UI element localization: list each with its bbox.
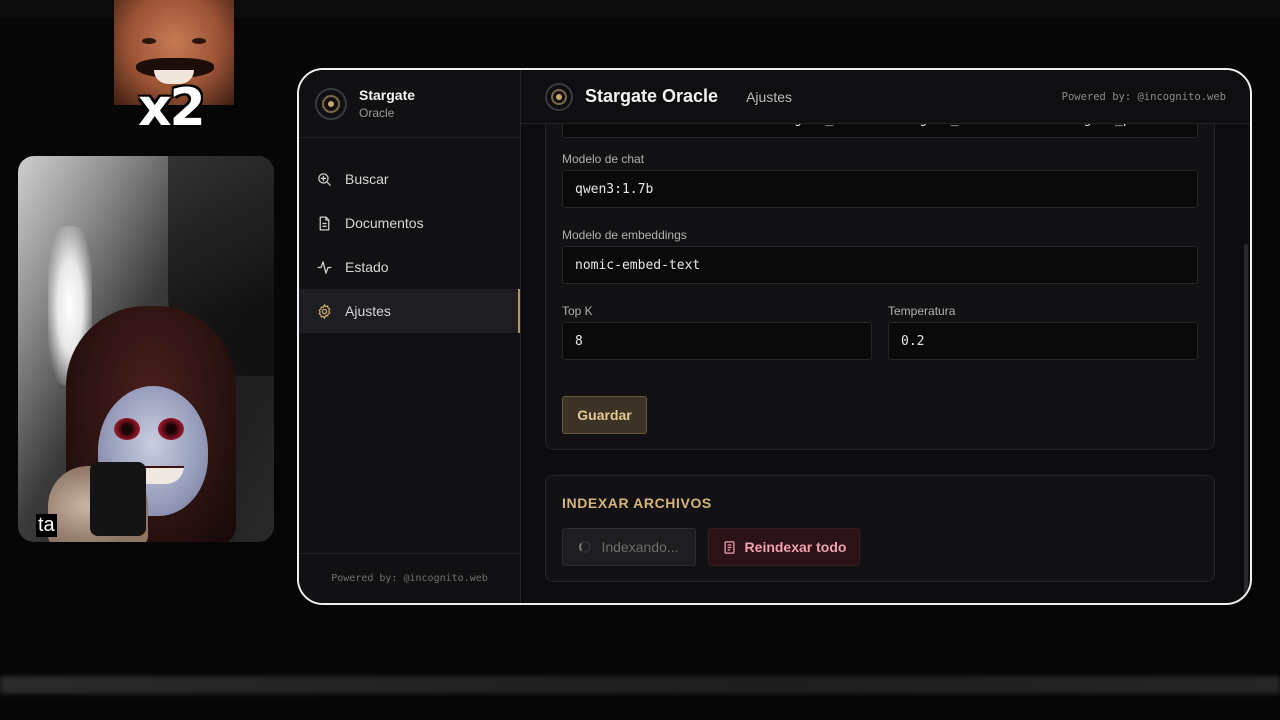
temperature-label: Temperatura xyxy=(888,304,956,318)
indexing-button[interactable]: Indexando... xyxy=(562,528,696,566)
chat-model-label: Modelo de chat xyxy=(562,152,645,166)
spinner-icon xyxy=(579,541,592,553)
meme-multiplier-text: x2 xyxy=(138,78,206,138)
scrollbar-thumb[interactable] xyxy=(1244,244,1248,603)
sidebar: Stargate Oracle Buscar Documentos Estado… xyxy=(299,70,521,603)
webcam-caption: ta xyxy=(36,514,57,537)
sidebar-item-buscar[interactable]: Buscar xyxy=(299,157,520,201)
topk-field[interactable]: 8 xyxy=(562,322,872,360)
activity-icon xyxy=(315,258,333,276)
webcam-phone xyxy=(90,462,146,536)
sidebar-footer: Powered by: @incognito.web xyxy=(299,553,520,603)
app-title: Stargate Oracle xyxy=(585,86,719,106)
indexing-label: Indexando... xyxy=(601,539,679,555)
brand-header: Stargate Oracle xyxy=(299,70,520,138)
sidebar-item-label: Buscar xyxy=(345,171,389,187)
main-panel: Stargate Oracle Ajustes Powered by: @inc… xyxy=(521,70,1250,603)
index-files-heading: INDEXAR ARCHIVOS xyxy=(562,495,712,511)
gear-icon xyxy=(315,302,333,320)
topbar: Stargate Oracle Ajustes Powered by: @inc… xyxy=(521,70,1250,124)
sidebar-item-estado[interactable]: Estado xyxy=(299,245,520,289)
app-window: Stargate Oracle Buscar Documentos Estado… xyxy=(297,68,1252,605)
background-taskbar xyxy=(0,676,1280,694)
brand-title: Stargate xyxy=(359,87,416,103)
search-plus-icon xyxy=(315,170,333,188)
powered-by-text: Powered by: @incognito.web xyxy=(1061,90,1226,103)
current-section: Ajustes xyxy=(746,88,792,105)
sidebar-item-label: Ajustes xyxy=(345,303,391,319)
stargate-logo-icon xyxy=(315,87,347,120)
chat-model-field[interactable]: qwen3:1.7b xyxy=(562,170,1198,208)
sidebar-item-label: Estado xyxy=(345,259,389,275)
sidebar-item-label: Documentos xyxy=(345,215,424,231)
webcam-eye xyxy=(158,418,184,440)
reindex-all-button[interactable]: Reindexar todo xyxy=(708,528,860,566)
reindex-all-label: Reindexar todo xyxy=(744,539,847,555)
list-document-icon xyxy=(724,540,735,554)
sidebar-nav: Buscar Documentos Estado Ajustes xyxy=(299,138,520,333)
save-button[interactable]: Guardar xyxy=(562,396,647,434)
brand-subtitle: Oracle xyxy=(359,106,395,120)
topk-label: Top K xyxy=(562,304,593,318)
docs-path-field[interactable]: C:\Users\USER\Documents\Stargate_Oracle\… xyxy=(562,124,1198,138)
embed-model-field[interactable]: nomic-embed-text xyxy=(562,246,1198,284)
meme-eye xyxy=(192,38,206,44)
embed-model-label: Modelo de embeddings xyxy=(562,228,687,242)
sidebar-item-documentos[interactable]: Documentos xyxy=(299,201,520,245)
webcam-feed: ta xyxy=(18,156,274,542)
temperature-field[interactable]: 0.2 xyxy=(888,322,1198,360)
settings-content[interactable]: C:\Users\USER\Documents\Stargate_Oracle\… xyxy=(521,124,1250,603)
index-files-card: INDEXAR ARCHIVOS Indexando... Reindexar … xyxy=(545,475,1215,582)
document-icon xyxy=(315,214,333,232)
meme-eye xyxy=(142,38,156,44)
webcam-eye xyxy=(114,418,140,440)
stargate-logo-icon xyxy=(545,82,573,111)
sidebar-item-ajustes[interactable]: Ajustes xyxy=(299,289,520,333)
settings-card: C:\Users\USER\Documents\Stargate_Oracle\… xyxy=(545,124,1215,450)
